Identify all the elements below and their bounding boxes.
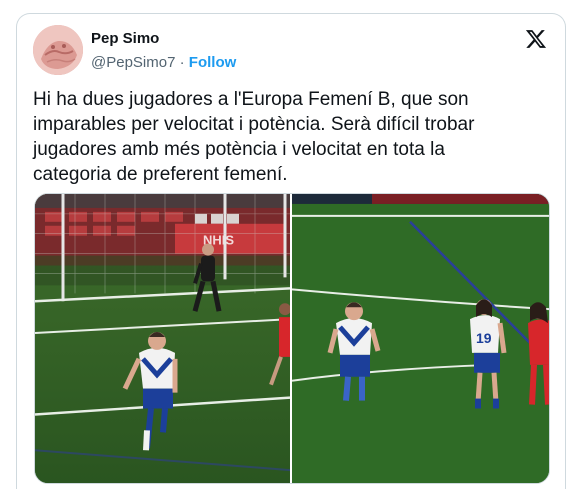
tweet-card[interactable]: Pep Simo @PepSimo7 · Follow Hi ha dues j… [16, 13, 566, 489]
tweet-text-line: imparables per velocitat i potència. Ser… [33, 114, 475, 135]
handle-row: @PepSimo7 · Follow [91, 53, 236, 73]
avatar[interactable] [33, 25, 83, 75]
author-handle[interactable]: @PepSimo7 [91, 54, 175, 71]
soccer-photo-icon: NHIS [35, 194, 290, 483]
follow-button[interactable]: Follow [189, 54, 237, 71]
left-photo[interactable]: NHIS [35, 194, 290, 483]
jersey-number: 19 [476, 330, 492, 346]
author-block: Pep Simo @PepSimo7 · Follow [91, 29, 236, 73]
tweet-text-line: Hi ha dues jugadores a l'Europa Femení B… [33, 89, 469, 110]
author-name[interactable]: Pep Simo [91, 29, 236, 49]
soccer-photo-icon: 19 [292, 194, 549, 483]
x-logo-icon[interactable] [525, 28, 547, 50]
right-photo[interactable]: 19 [292, 194, 549, 483]
avatar-image [33, 25, 83, 75]
separator-dot: · [179, 54, 185, 71]
tweet-text-line: categoria de preferent femení. [33, 164, 288, 185]
tweet-text: Hi ha dues jugadores a l'Europa Femení B… [33, 87, 553, 187]
tweet-text-line: jugadores amb més potència i velocitat e… [33, 139, 445, 160]
media-grid[interactable]: NHIS 19 [34, 193, 550, 484]
